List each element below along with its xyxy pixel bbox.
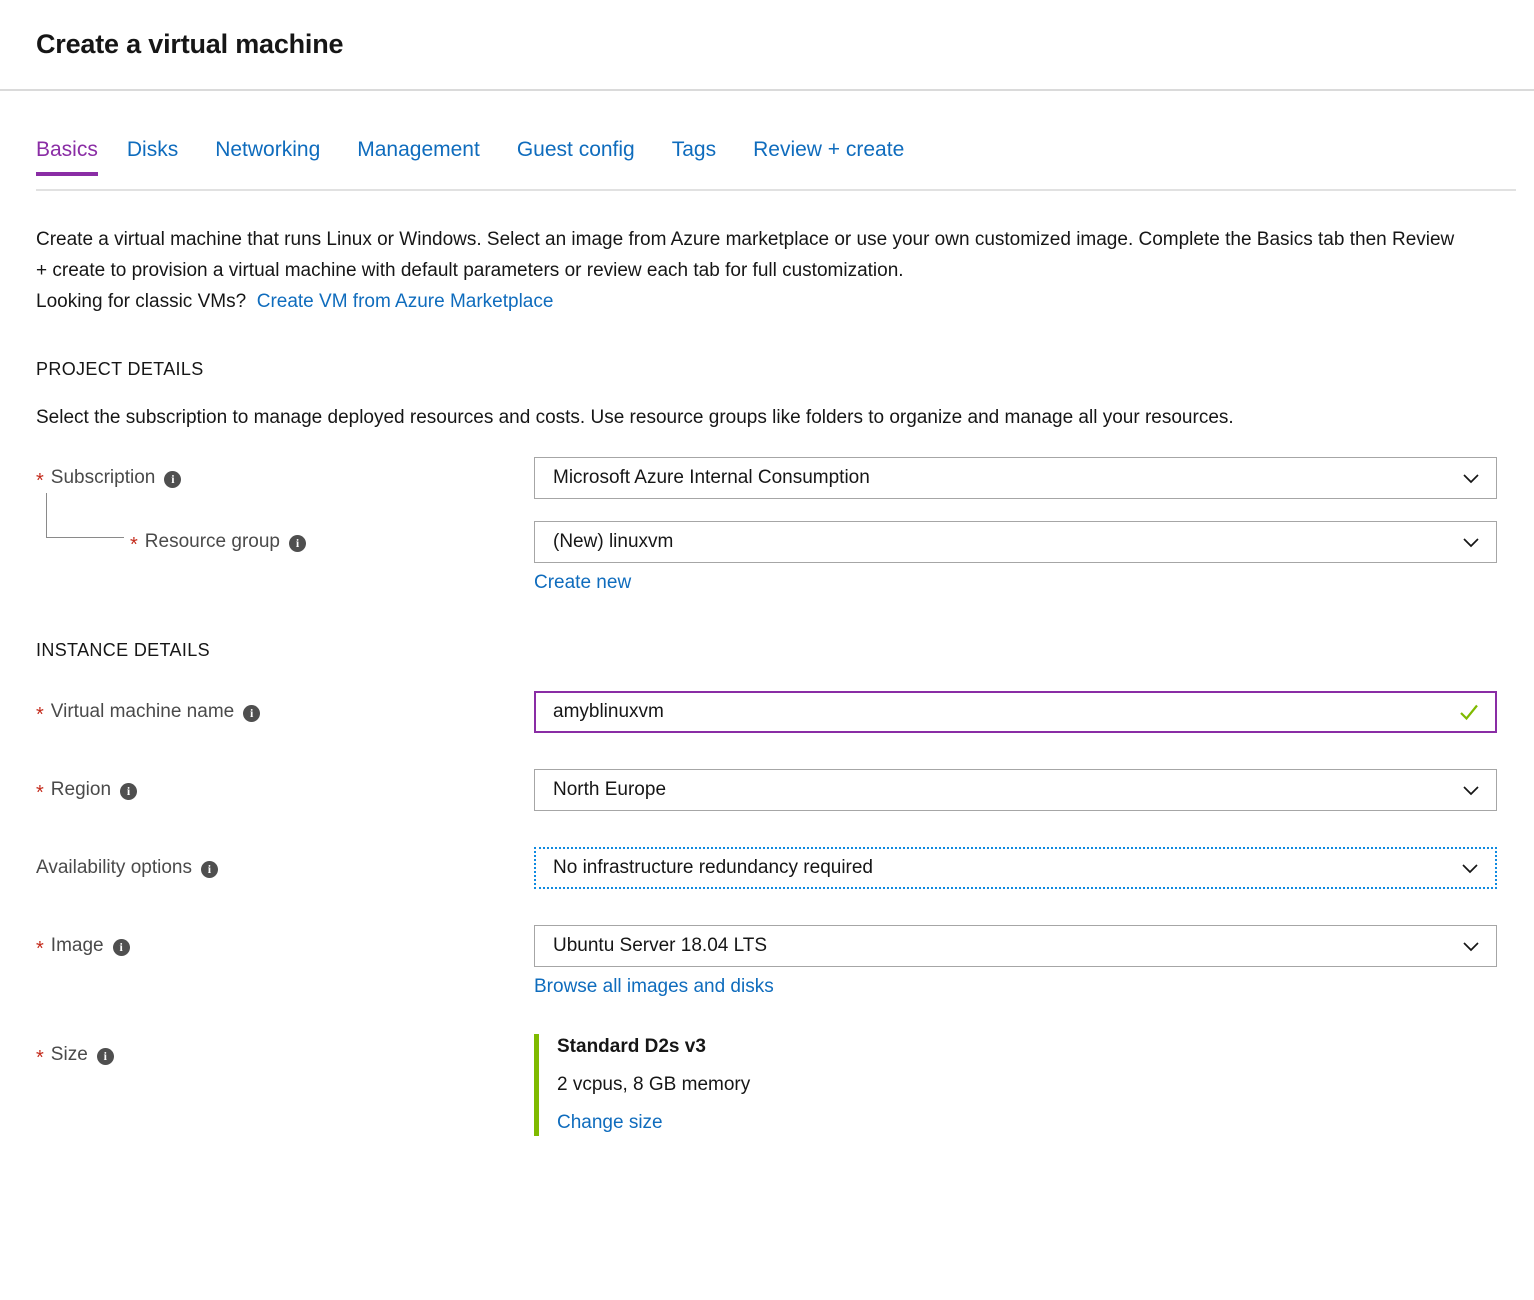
availability-options-field-cell: No infrastructure redundancy required: [534, 847, 1497, 889]
resource-group-label: Resource group: [144, 531, 280, 552]
tab-review-create[interactable]: Review + create: [753, 136, 922, 176]
chevron-down-icon: [1463, 538, 1479, 548]
region-row: * Region i North Europe: [36, 769, 1498, 811]
size-label-cell: * Size i: [36, 1034, 534, 1076]
browse-all-images-link[interactable]: Browse all images and disks: [534, 976, 774, 998]
vm-name-row: * Virtual machine name i amyblinuxvm: [36, 691, 1498, 733]
tab-bar: Basics Disks Networking Management Guest…: [0, 136, 1534, 191]
info-icon[interactable]: i: [164, 470, 182, 488]
tab-bar-underline: [36, 189, 1516, 191]
intro-text-block: Create a virtual machine that runs Linux…: [36, 224, 1456, 317]
tree-connector: [46, 493, 124, 538]
availability-options-value: No infrastructure redundancy required: [553, 857, 874, 878]
size-row: * Size i Standard D2s v3 2 vcpus, 8 GB m…: [36, 1034, 1498, 1136]
vm-name-input[interactable]: amyblinuxvm: [534, 691, 1497, 733]
subscription-label: Subscription: [50, 467, 156, 488]
image-select[interactable]: Ubuntu Server 18.04 LTS: [534, 925, 1497, 967]
region-field-cell: North Europe: [534, 769, 1497, 811]
chevron-down-icon: [1462, 864, 1478, 874]
subscription-field-cell: Microsoft Azure Internal Consumption: [534, 457, 1497, 499]
tab-basics[interactable]: Basics: [36, 136, 110, 176]
availability-options-label: Availability options: [36, 857, 192, 878]
info-icon[interactable]: i: [243, 704, 261, 722]
info-icon[interactable]: i: [200, 860, 218, 878]
subscription-required-asterisk: *: [36, 470, 44, 492]
info-icon[interactable]: i: [96, 1047, 114, 1065]
instance-details-heading: INSTANCE DETAILS: [36, 640, 210, 660]
project-details-description: Select the subscription to manage deploy…: [36, 407, 1234, 428]
tab-tags[interactable]: Tags: [672, 136, 734, 176]
project-details-form: * Subscription i Microsoft Azure Interna…: [36, 457, 1498, 594]
vm-name-field-cell: amyblinuxvm: [534, 691, 1497, 733]
subscription-row: * Subscription i Microsoft Azure Interna…: [36, 457, 1498, 499]
region-value: North Europe: [553, 779, 667, 800]
resource-group-required-asterisk: *: [130, 534, 138, 556]
page-title: Create a virtual machine: [36, 29, 344, 59]
chevron-down-icon: [1463, 786, 1479, 796]
image-field-cell: Ubuntu Server 18.04 LTS Browse all image…: [534, 925, 1497, 998]
size-label: Size: [50, 1044, 88, 1065]
availability-options-select[interactable]: No infrastructure redundancy required: [534, 847, 1497, 889]
project-details-heading: PROJECT DETAILS: [36, 359, 204, 379]
vm-name-value: amyblinuxvm: [553, 701, 664, 722]
image-row: * Image i Ubuntu Server 18.04 LTS Browse…: [36, 925, 1498, 998]
classic-vm-prompt: Looking for classic VMs?: [36, 291, 247, 312]
image-label: Image: [50, 935, 104, 956]
image-value: Ubuntu Server 18.04 LTS: [553, 935, 768, 956]
vm-name-label: Virtual machine name: [50, 701, 235, 722]
size-summary: Standard D2s v3 2 vcpus, 8 GB memory Cha…: [534, 1034, 1497, 1136]
validation-check-icon: [1460, 704, 1478, 721]
main-content: Create a virtual machine that runs Linux…: [0, 224, 1534, 1136]
change-size-link[interactable]: Change size: [557, 1110, 663, 1136]
size-required-asterisk: *: [36, 1047, 44, 1069]
classic-vm-line: Looking for classic VMs? Create VM from …: [36, 286, 1456, 317]
size-specs: 2 vcpus, 8 GB memory: [557, 1074, 751, 1095]
info-icon[interactable]: i: [120, 782, 138, 800]
tab-networking[interactable]: Networking: [215, 136, 338, 176]
size-field-cell: Standard D2s v3 2 vcpus, 8 GB memory Cha…: [534, 1034, 1497, 1136]
resource-group-value: (New) linuxvm: [553, 531, 674, 552]
intro-paragraph: Create a virtual machine that runs Linux…: [36, 229, 1455, 281]
resource-group-field-cell: (New) linuxvm Create new: [534, 521, 1497, 594]
vm-name-required-asterisk: *: [36, 704, 44, 726]
image-required-asterisk: *: [36, 938, 44, 960]
tab-disks[interactable]: Disks: [127, 136, 196, 176]
instance-details-form: * Virtual machine name i amyblinuxvm * R…: [36, 691, 1498, 1136]
resource-group-select[interactable]: (New) linuxvm: [534, 521, 1497, 563]
page-header: Create a virtual machine: [0, 0, 1534, 91]
vm-name-label-cell: * Virtual machine name i: [36, 691, 534, 733]
chevron-down-icon: [1463, 942, 1479, 952]
create-vm-marketplace-link[interactable]: Create VM from Azure Marketplace: [257, 291, 554, 312]
region-label-cell: * Region i: [36, 769, 534, 811]
subscription-value: Microsoft Azure Internal Consumption: [553, 467, 870, 488]
subscription-select[interactable]: Microsoft Azure Internal Consumption: [534, 457, 1497, 499]
info-icon[interactable]: i: [112, 938, 130, 956]
info-icon[interactable]: i: [289, 534, 306, 552]
size-name: Standard D2s v3: [557, 1036, 706, 1057]
chevron-down-icon: [1463, 474, 1479, 484]
image-label-cell: * Image i: [36, 925, 534, 967]
region-select[interactable]: North Europe: [534, 769, 1497, 811]
resource-group-row: * Resource group i (New) linuxvm Create …: [36, 493, 1498, 594]
region-label: Region: [50, 779, 112, 800]
resource-group-label-cell: * Resource group i: [36, 493, 534, 563]
availability-options-row: Availability options i No infrastructure…: [36, 847, 1498, 889]
tab-guest-config[interactable]: Guest config: [517, 136, 653, 176]
availability-options-label-cell: Availability options i: [36, 847, 534, 889]
tab-management[interactable]: Management: [357, 136, 498, 176]
create-new-resource-group-link[interactable]: Create new: [534, 572, 631, 594]
region-required-asterisk: *: [36, 782, 44, 804]
